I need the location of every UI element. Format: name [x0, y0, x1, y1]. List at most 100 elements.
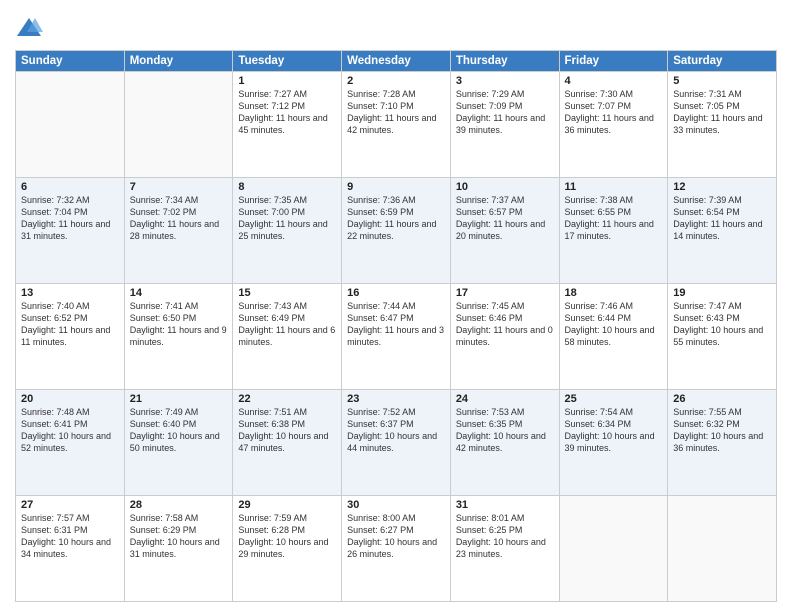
week-row-1: 1Sunrise: 7:27 AMSunset: 7:12 PMDaylight…	[16, 72, 777, 178]
calendar-cell: 23Sunrise: 7:52 AMSunset: 6:37 PMDayligh…	[342, 390, 451, 496]
day-info: Sunrise: 7:53 AMSunset: 6:35 PMDaylight:…	[456, 406, 554, 455]
day-number: 15	[238, 287, 336, 299]
day-number: 26	[673, 393, 771, 405]
day-number: 11	[565, 181, 663, 193]
day-info: Sunrise: 7:31 AMSunset: 7:05 PMDaylight:…	[673, 88, 771, 137]
day-number: 30	[347, 499, 445, 511]
week-row-2: 6Sunrise: 7:32 AMSunset: 7:04 PMDaylight…	[16, 178, 777, 284]
calendar-cell: 25Sunrise: 7:54 AMSunset: 6:34 PMDayligh…	[559, 390, 668, 496]
calendar-cell: 28Sunrise: 7:58 AMSunset: 6:29 PMDayligh…	[124, 496, 233, 602]
calendar-cell: 20Sunrise: 7:48 AMSunset: 6:41 PMDayligh…	[16, 390, 125, 496]
weekday-header-sunday: Sunday	[16, 51, 125, 72]
day-info: Sunrise: 7:43 AMSunset: 6:49 PMDaylight:…	[238, 300, 336, 349]
day-number: 6	[21, 181, 119, 193]
day-number: 24	[456, 393, 554, 405]
day-info: Sunrise: 7:41 AMSunset: 6:50 PMDaylight:…	[130, 300, 228, 349]
calendar-cell	[16, 72, 125, 178]
calendar-cell: 14Sunrise: 7:41 AMSunset: 6:50 PMDayligh…	[124, 284, 233, 390]
day-number: 21	[130, 393, 228, 405]
calendar-cell: 3Sunrise: 7:29 AMSunset: 7:09 PMDaylight…	[450, 72, 559, 178]
day-number: 18	[565, 287, 663, 299]
day-number: 2	[347, 75, 445, 87]
day-info: Sunrise: 7:54 AMSunset: 6:34 PMDaylight:…	[565, 406, 663, 455]
day-number: 29	[238, 499, 336, 511]
day-number: 7	[130, 181, 228, 193]
day-info: Sunrise: 7:39 AMSunset: 6:54 PMDaylight:…	[673, 194, 771, 243]
calendar-cell: 2Sunrise: 7:28 AMSunset: 7:10 PMDaylight…	[342, 72, 451, 178]
calendar-cell	[559, 496, 668, 602]
calendar-cell: 8Sunrise: 7:35 AMSunset: 7:00 PMDaylight…	[233, 178, 342, 284]
day-info: Sunrise: 7:44 AMSunset: 6:47 PMDaylight:…	[347, 300, 445, 349]
calendar-cell: 7Sunrise: 7:34 AMSunset: 7:02 PMDaylight…	[124, 178, 233, 284]
day-number: 23	[347, 393, 445, 405]
day-number: 3	[456, 75, 554, 87]
weekday-header-wednesday: Wednesday	[342, 51, 451, 72]
calendar-cell: 10Sunrise: 7:37 AMSunset: 6:57 PMDayligh…	[450, 178, 559, 284]
calendar-cell	[124, 72, 233, 178]
calendar-cell: 30Sunrise: 8:00 AMSunset: 6:27 PMDayligh…	[342, 496, 451, 602]
day-info: Sunrise: 7:40 AMSunset: 6:52 PMDaylight:…	[21, 300, 119, 349]
weekday-header-thursday: Thursday	[450, 51, 559, 72]
day-number: 16	[347, 287, 445, 299]
day-info: Sunrise: 7:32 AMSunset: 7:04 PMDaylight:…	[21, 194, 119, 243]
page-header	[15, 10, 777, 42]
weekday-header-saturday: Saturday	[668, 51, 777, 72]
day-info: Sunrise: 7:30 AMSunset: 7:07 PMDaylight:…	[565, 88, 663, 137]
calendar-cell: 18Sunrise: 7:46 AMSunset: 6:44 PMDayligh…	[559, 284, 668, 390]
day-info: Sunrise: 7:29 AMSunset: 7:09 PMDaylight:…	[456, 88, 554, 137]
day-number: 14	[130, 287, 228, 299]
day-number: 8	[238, 181, 336, 193]
calendar-cell: 9Sunrise: 7:36 AMSunset: 6:59 PMDaylight…	[342, 178, 451, 284]
day-info: Sunrise: 7:55 AMSunset: 6:32 PMDaylight:…	[673, 406, 771, 455]
week-row-5: 27Sunrise: 7:57 AMSunset: 6:31 PMDayligh…	[16, 496, 777, 602]
day-number: 25	[565, 393, 663, 405]
day-number: 22	[238, 393, 336, 405]
week-row-4: 20Sunrise: 7:48 AMSunset: 6:41 PMDayligh…	[16, 390, 777, 496]
day-number: 9	[347, 181, 445, 193]
day-info: Sunrise: 7:37 AMSunset: 6:57 PMDaylight:…	[456, 194, 554, 243]
calendar-cell: 15Sunrise: 7:43 AMSunset: 6:49 PMDayligh…	[233, 284, 342, 390]
calendar-cell: 17Sunrise: 7:45 AMSunset: 6:46 PMDayligh…	[450, 284, 559, 390]
day-info: Sunrise: 7:46 AMSunset: 6:44 PMDaylight:…	[565, 300, 663, 349]
calendar-cell: 5Sunrise: 7:31 AMSunset: 7:05 PMDaylight…	[668, 72, 777, 178]
day-info: Sunrise: 7:28 AMSunset: 7:10 PMDaylight:…	[347, 88, 445, 137]
day-info: Sunrise: 8:00 AMSunset: 6:27 PMDaylight:…	[347, 512, 445, 561]
calendar-cell: 13Sunrise: 7:40 AMSunset: 6:52 PMDayligh…	[16, 284, 125, 390]
day-number: 12	[673, 181, 771, 193]
day-number: 19	[673, 287, 771, 299]
weekday-header-friday: Friday	[559, 51, 668, 72]
day-number: 10	[456, 181, 554, 193]
day-number: 28	[130, 499, 228, 511]
day-number: 1	[238, 75, 336, 87]
calendar-cell: 12Sunrise: 7:39 AMSunset: 6:54 PMDayligh…	[668, 178, 777, 284]
day-number: 5	[673, 75, 771, 87]
day-info: Sunrise: 7:52 AMSunset: 6:37 PMDaylight:…	[347, 406, 445, 455]
calendar-cell: 6Sunrise: 7:32 AMSunset: 7:04 PMDaylight…	[16, 178, 125, 284]
day-info: Sunrise: 7:36 AMSunset: 6:59 PMDaylight:…	[347, 194, 445, 243]
calendar-cell: 19Sunrise: 7:47 AMSunset: 6:43 PMDayligh…	[668, 284, 777, 390]
day-info: Sunrise: 7:57 AMSunset: 6:31 PMDaylight:…	[21, 512, 119, 561]
weekday-header-tuesday: Tuesday	[233, 51, 342, 72]
calendar-cell: 22Sunrise: 7:51 AMSunset: 6:38 PMDayligh…	[233, 390, 342, 496]
day-info: Sunrise: 7:49 AMSunset: 6:40 PMDaylight:…	[130, 406, 228, 455]
day-info: Sunrise: 7:51 AMSunset: 6:38 PMDaylight:…	[238, 406, 336, 455]
calendar-cell: 11Sunrise: 7:38 AMSunset: 6:55 PMDayligh…	[559, 178, 668, 284]
calendar-cell: 24Sunrise: 7:53 AMSunset: 6:35 PMDayligh…	[450, 390, 559, 496]
calendar-cell: 31Sunrise: 8:01 AMSunset: 6:25 PMDayligh…	[450, 496, 559, 602]
calendar-cell: 16Sunrise: 7:44 AMSunset: 6:47 PMDayligh…	[342, 284, 451, 390]
weekday-header-row: SundayMondayTuesdayWednesdayThursdayFrid…	[16, 51, 777, 72]
week-row-3: 13Sunrise: 7:40 AMSunset: 6:52 PMDayligh…	[16, 284, 777, 390]
logo	[15, 14, 47, 42]
day-info: Sunrise: 7:27 AMSunset: 7:12 PMDaylight:…	[238, 88, 336, 137]
calendar-cell: 27Sunrise: 7:57 AMSunset: 6:31 PMDayligh…	[16, 496, 125, 602]
calendar-table: SundayMondayTuesdayWednesdayThursdayFrid…	[15, 50, 777, 602]
day-number: 17	[456, 287, 554, 299]
day-number: 4	[565, 75, 663, 87]
calendar-cell	[668, 496, 777, 602]
calendar-cell: 26Sunrise: 7:55 AMSunset: 6:32 PMDayligh…	[668, 390, 777, 496]
day-info: Sunrise: 7:35 AMSunset: 7:00 PMDaylight:…	[238, 194, 336, 243]
day-info: Sunrise: 7:45 AMSunset: 6:46 PMDaylight:…	[456, 300, 554, 349]
day-info: Sunrise: 7:48 AMSunset: 6:41 PMDaylight:…	[21, 406, 119, 455]
day-number: 13	[21, 287, 119, 299]
day-info: Sunrise: 8:01 AMSunset: 6:25 PMDaylight:…	[456, 512, 554, 561]
